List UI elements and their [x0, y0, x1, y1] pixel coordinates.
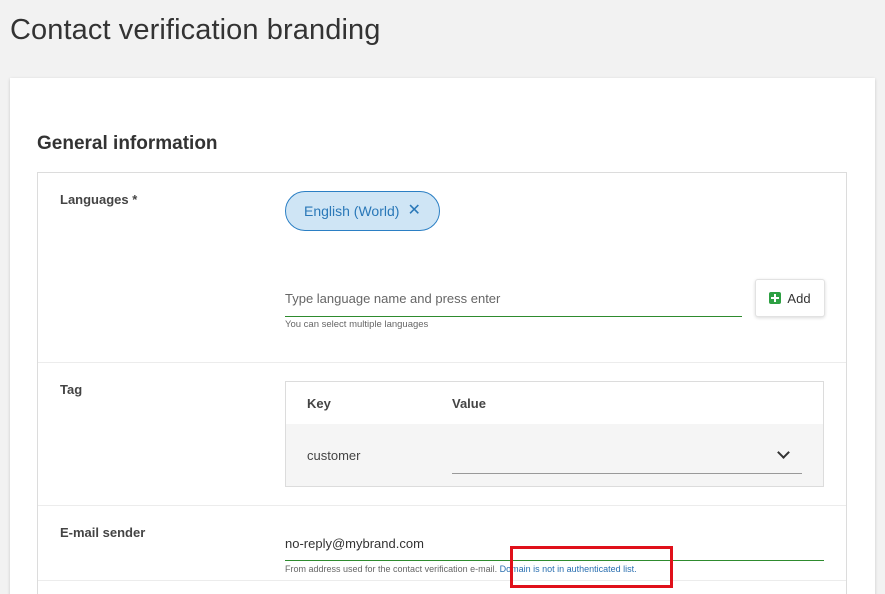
chevron-down-icon[interactable] — [777, 446, 790, 459]
add-language-button[interactable]: Add — [755, 279, 825, 317]
language-input[interactable] — [285, 281, 742, 317]
domain-warning: Domain is not in authenticated list. — [499, 564, 637, 574]
email-sender-input[interactable] — [285, 527, 824, 561]
languages-hint: You can select multiple languages — [285, 319, 429, 330]
language-chip-english-world[interactable]: English (World) ✕ — [285, 191, 440, 231]
languages-row: Languages * English (World) ✕ You can se… — [38, 173, 846, 363]
plus-icon — [769, 292, 782, 304]
tag-value-select[interactable] — [452, 438, 802, 474]
email-sender-hint: From address used for the contact verifi… — [285, 564, 637, 574]
add-button-label: Add — [787, 290, 811, 306]
tag-row: Tag Key Value customer — [38, 363, 846, 506]
column-header-value: Value — [452, 396, 486, 411]
close-icon[interactable]: ✕ — [407, 203, 420, 219]
page-title: Contact verification branding — [10, 14, 381, 46]
tag-table: Key Value customer — [285, 381, 824, 487]
form-panel: Languages * English (World) ✕ You can se… — [37, 172, 847, 594]
section-title: General information — [37, 133, 218, 154]
tag-table-header: Key Value — [286, 382, 823, 424]
table-row: customer — [286, 424, 823, 486]
column-header-key: Key — [307, 396, 331, 411]
languages-label: Languages * — [60, 192, 138, 207]
email-hint-text: From address used for the contact verifi… — [285, 564, 498, 574]
general-information-card: General information Languages * English … — [10, 78, 875, 594]
language-chip-label: English (World) — [304, 203, 400, 219]
email-sender-label: E-mail sender — [60, 525, 146, 540]
email-sender-row: E-mail sender From address used for the … — [38, 506, 846, 588]
tag-key-cell: customer — [307, 448, 361, 463]
tag-label: Tag — [60, 382, 83, 397]
